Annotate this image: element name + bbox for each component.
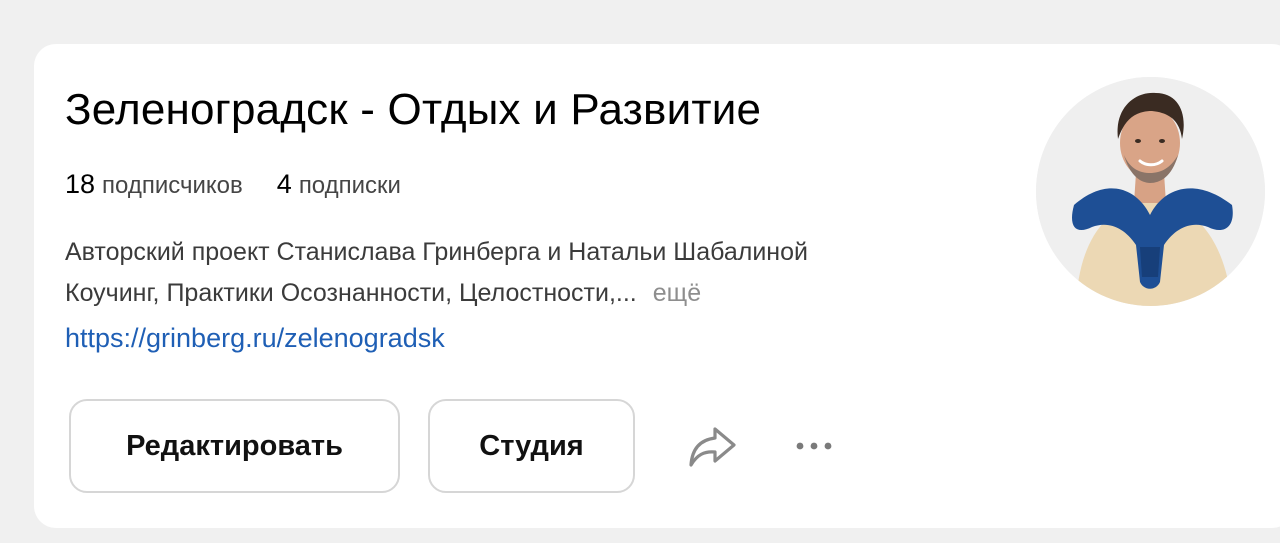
share-icon bbox=[689, 427, 736, 467]
studio-button[interactable]: Студия bbox=[428, 399, 635, 493]
subscribers-label: подписчиков bbox=[102, 172, 243, 199]
subscribers-count: 18 bbox=[65, 169, 96, 199]
share-button[interactable] bbox=[682, 419, 742, 475]
show-more-link[interactable]: ещё bbox=[653, 279, 701, 307]
more-horizontal-icon bbox=[796, 442, 832, 450]
description-line-2-text: Коучинг, Практики Осознанности, Целостно… bbox=[65, 279, 637, 307]
more-options-button[interactable] bbox=[790, 426, 838, 466]
edit-button[interactable]: Редактировать bbox=[69, 399, 400, 493]
channel-description: Авторский проект Станислава Гринберга и … bbox=[65, 232, 808, 314]
channel-stats: 18 подписчиков 4 подписки bbox=[65, 169, 401, 200]
subscriptions-stat[interactable]: 4 подписки bbox=[277, 169, 401, 200]
channel-header-card: Зеленоградск - Отдых и Развитие 18 подпи… bbox=[34, 44, 1280, 528]
description-line-1: Авторский проект Станислава Гринберга и … bbox=[65, 238, 808, 266]
channel-avatar[interactable] bbox=[1036, 77, 1265, 306]
subscriptions-label: подписки bbox=[298, 172, 401, 199]
channel-title: Зеленоградск - Отдых и Развитие bbox=[65, 85, 762, 134]
channel-url-link[interactable]: https://grinberg.ru/zelenogradsk bbox=[65, 323, 445, 354]
subscriptions-count: 4 bbox=[276, 169, 292, 199]
description-line-2: Коучинг, Практики Осознанности, Целостно… bbox=[65, 273, 808, 314]
avatar-image bbox=[1036, 77, 1265, 306]
subscribers-stat[interactable]: 18 подписчиков bbox=[65, 169, 243, 200]
